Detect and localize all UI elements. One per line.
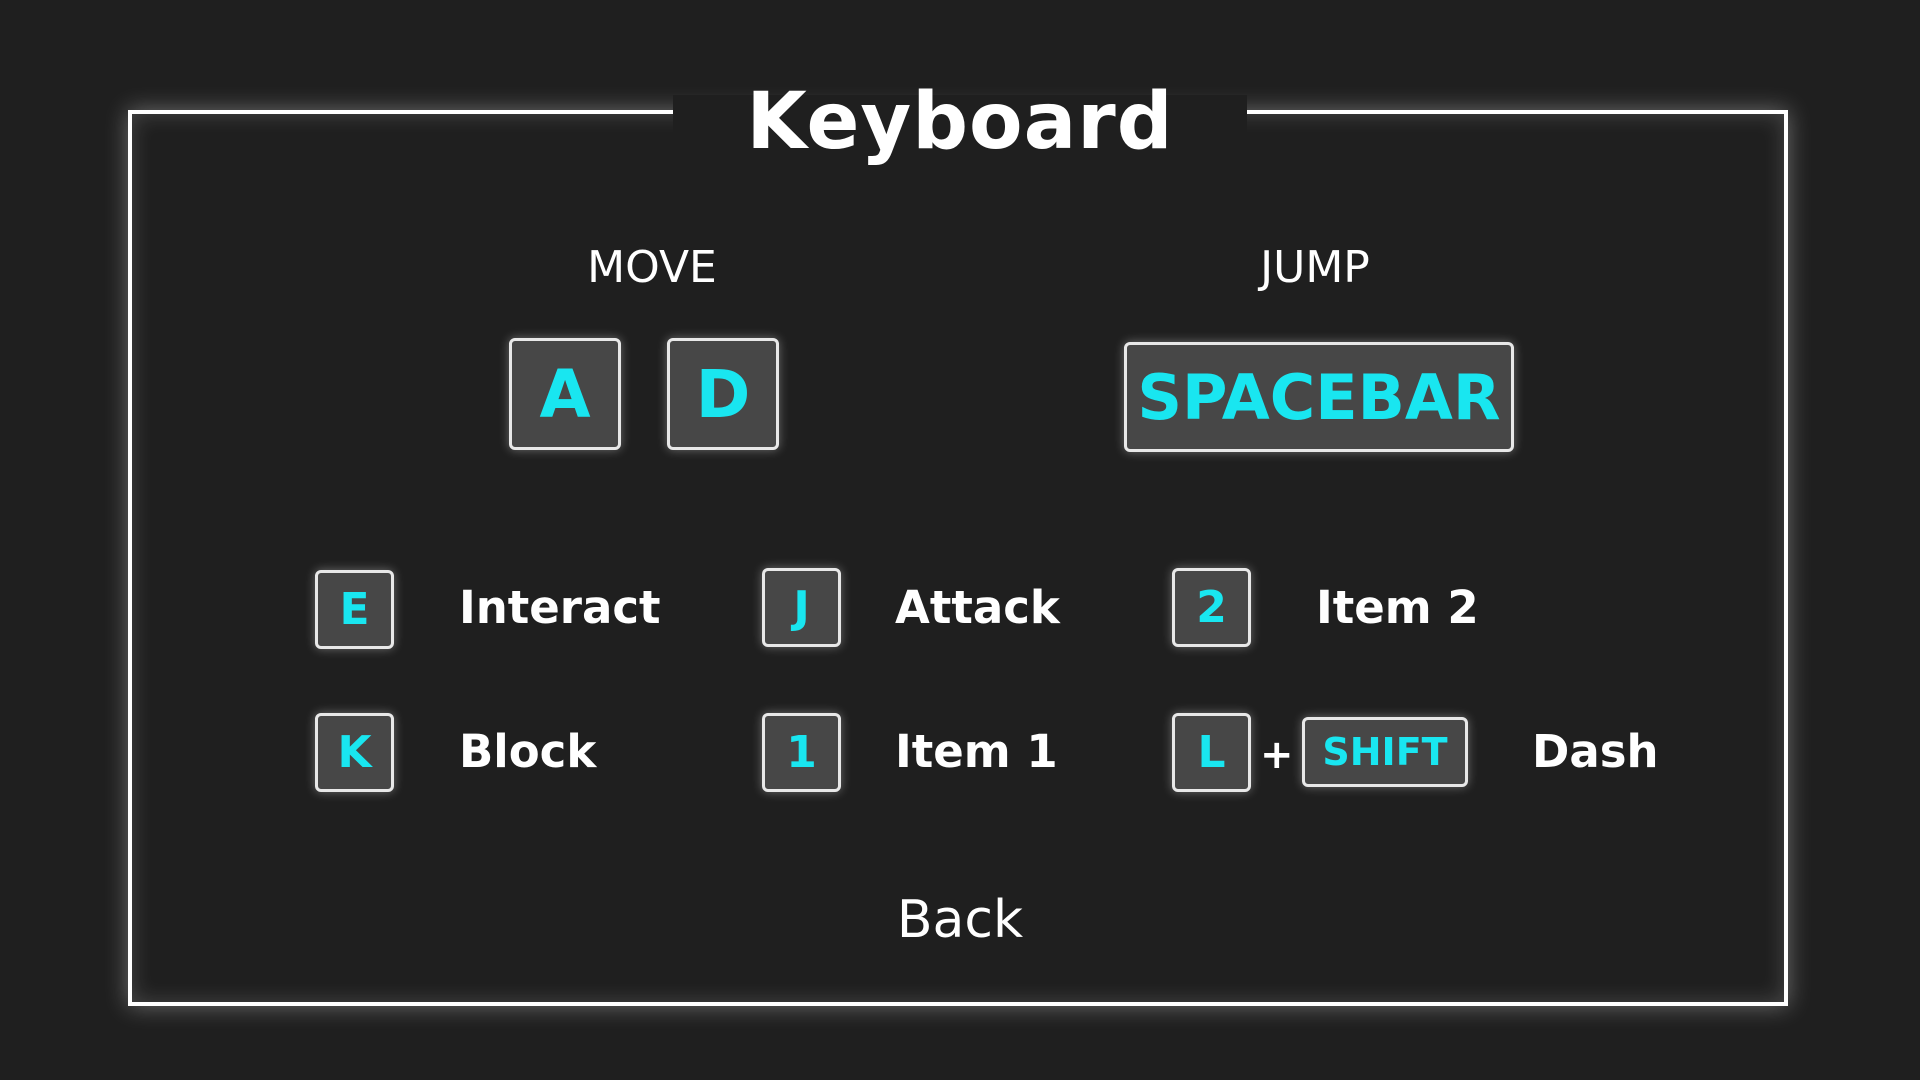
page-title: Keyboard [746,77,1174,167]
jump-label: JUMP [1260,242,1370,293]
key-shift: SHIFT [1302,717,1468,787]
controls-panel-frame [128,110,1788,1006]
move-label: MOVE [587,242,717,293]
key-j: J [762,568,841,647]
controls-screen: Keyboard MOVE A D JUMP SPACEBAR E Intera… [0,0,1920,1080]
key-1: 1 [762,713,841,792]
key-e: E [315,570,394,649]
key-k: K [315,713,394,792]
action-interact: Interact [459,581,661,634]
action-dash: Dash [1532,725,1659,778]
action-item-2: Item 2 [1316,581,1479,634]
back-button[interactable]: Back [810,885,1110,955]
key-2: 2 [1172,568,1251,647]
key-d: D [667,338,779,450]
key-l: L [1172,713,1251,792]
key-spacebar: SPACEBAR [1124,342,1514,452]
key-a: A [509,338,621,450]
action-item-1: Item 1 [895,725,1058,778]
plus-sign: + [1260,732,1294,778]
action-block: Block [459,725,597,778]
action-attack: Attack [895,581,1060,634]
